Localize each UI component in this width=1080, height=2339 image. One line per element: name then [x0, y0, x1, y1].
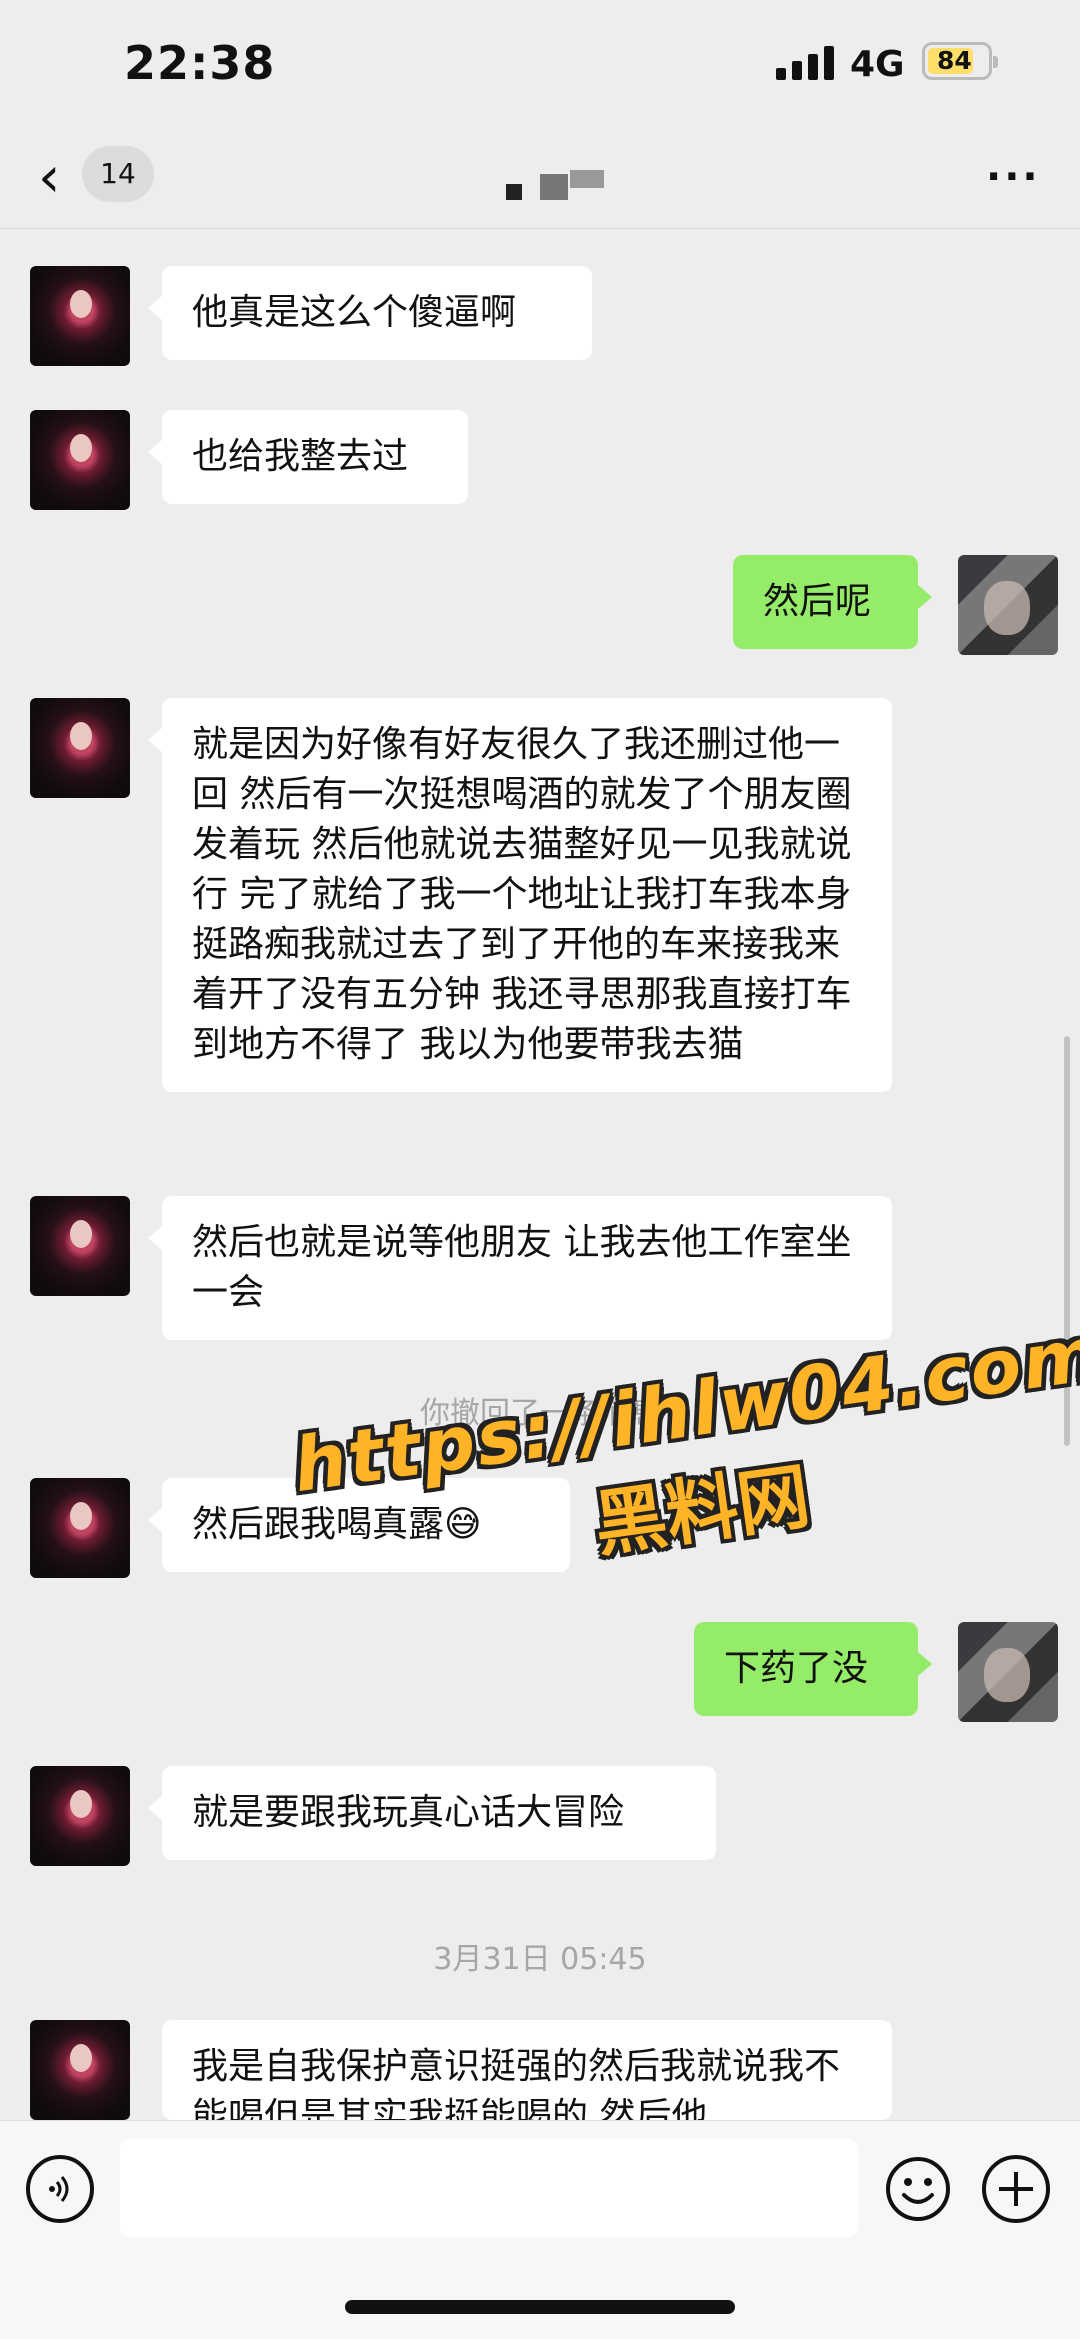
my-avatar[interactable]: [958, 1622, 1058, 1722]
message-bubble-incoming[interactable]: 就是要跟我玩真心话大冒险: [148, 1766, 716, 1860]
message-input[interactable]: [120, 2139, 858, 2237]
network-type: 4G: [850, 44, 905, 85]
message-bubble-outgoing[interactable]: 然后呢: [733, 555, 932, 649]
my-avatar[interactable]: [958, 555, 1058, 655]
chat-title-redacted: [500, 170, 610, 206]
battery-level: 84: [937, 46, 972, 75]
voice-icon[interactable]: [26, 2155, 94, 2223]
message-bubble-outgoing[interactable]: 下药了没: [694, 1622, 932, 1716]
home-indicator: [345, 2300, 735, 2314]
message-bubble-incoming[interactable]: 也给我整去过: [148, 410, 468, 504]
plus-icon[interactable]: [982, 2155, 1050, 2223]
more-dots-icon[interactable]: ···: [986, 154, 1041, 200]
message-bubble-incoming[interactable]: 我是自我保护意识挺强的然后我就说我不能喝但是其实我挺能喝的 然后他: [162, 2020, 892, 2120]
contact-avatar[interactable]: [30, 698, 130, 798]
signal-icon: [776, 46, 836, 80]
contact-avatar[interactable]: [30, 2020, 130, 2120]
contact-avatar[interactable]: [30, 410, 130, 510]
scrollbar[interactable]: [1064, 1036, 1070, 1446]
nav-divider: [0, 228, 1080, 229]
status-time: 22:38: [124, 36, 276, 90]
message-bubble-incoming[interactable]: 就是因为好像有好友很久了我还删过他一回 然后有一次挺想喝酒的就发了个朋友圈发着玩…: [148, 698, 892, 1092]
chevron-left-icon[interactable]: ‹: [38, 150, 88, 210]
contact-avatar[interactable]: [30, 266, 130, 366]
contact-avatar[interactable]: [30, 1478, 130, 1578]
message-bubble-incoming[interactable]: 然后也就是说等他朋友 让我去他工作室坐一会: [148, 1196, 892, 1340]
emoji-icon[interactable]: [884, 2155, 952, 2223]
system-message-recalled: 你撤回了一条消息: [420, 1396, 660, 1431]
unread-count-badge[interactable]: 14: [82, 146, 154, 202]
message-bubble-incoming[interactable]: 他真是这么个傻逼啊: [148, 266, 592, 360]
contact-avatar[interactable]: [30, 1196, 130, 1296]
timestamp-divider: 3月31日 05:45: [433, 1942, 647, 1977]
battery-icon: 84: [922, 42, 998, 80]
message-bubble-incoming[interactable]: 然后跟我喝真露😅: [148, 1478, 570, 1572]
status-bar: 22:38 4G 84: [0, 0, 1080, 130]
contact-avatar[interactable]: [30, 1766, 130, 1866]
